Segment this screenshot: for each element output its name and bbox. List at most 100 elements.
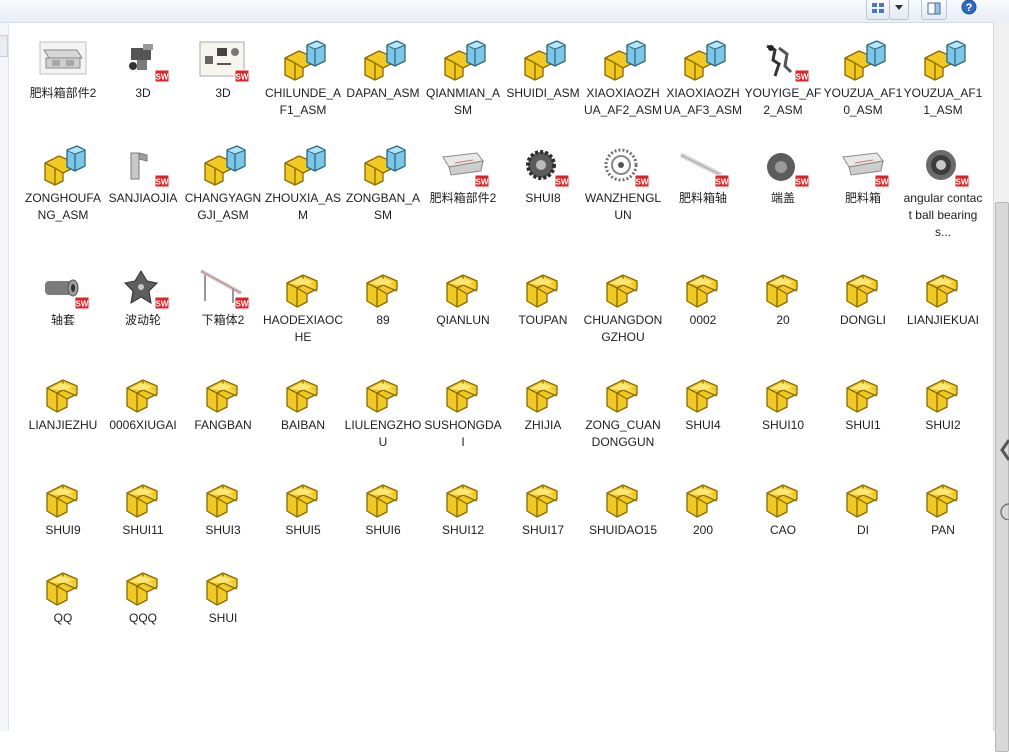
file-item[interactable]: QIANLUN — [423, 263, 503, 329]
file-item[interactable]: SHUI3 — [183, 473, 263, 539]
file-item[interactable]: SHUI12 — [423, 473, 503, 539]
assembly-thumbnail-icon — [37, 36, 89, 84]
file-item[interactable]: QQQ — [103, 561, 183, 627]
file-name-label: angular contact ball bearings... — [903, 191, 983, 239]
file-item[interactable]: SW 波动轮 — [103, 263, 183, 329]
svg-text:SW: SW — [236, 73, 249, 82]
file-name-label: XIAOXIAOZHUA_AF2_ASM — [583, 86, 663, 117]
file-item[interactable]: CHUANGDONGZHOU — [583, 263, 663, 346]
part-icon — [597, 368, 649, 416]
part-thumbnail-icon: SW — [757, 141, 810, 189]
file-item[interactable]: YOUZUA_AF10_ASM — [823, 36, 903, 119]
file-item[interactable]: SHUI1 — [823, 368, 903, 434]
file-item[interactable]: SHUI5 — [263, 473, 343, 539]
file-item[interactable]: TOUPAN — [503, 263, 583, 329]
file-item[interactable]: ZONG_CUANDONGGUN — [583, 368, 663, 451]
assembly-icon — [597, 36, 649, 84]
file-item[interactable]: SHUI10 — [743, 368, 823, 434]
file-item[interactable]: QIANMIAN_ASM — [423, 36, 503, 119]
assembly-icon — [917, 36, 969, 84]
file-item[interactable]: HAODEXIAOCHE — [263, 263, 343, 346]
vertical-scrollbar[interactable] — [993, 22, 1009, 752]
file-item[interactable]: SW WANZHENGLUN — [583, 141, 663, 224]
file-name-label: 3D — [215, 86, 231, 100]
file-name-label: 0002 — [689, 313, 717, 327]
file-item[interactable]: 20 — [743, 263, 823, 329]
file-item[interactable]: DI — [823, 473, 903, 539]
pane-collapse-handle[interactable] — [0, 35, 8, 57]
file-item[interactable]: LIULENGZHOU — [343, 368, 423, 451]
file-name-label: 肥料箱部件2 — [29, 86, 97, 100]
file-item[interactable]: SHUIDI_ASM — [503, 36, 583, 102]
file-name-label: 轴套 — [50, 313, 75, 327]
file-item[interactable]: LIANJIEZHU — [23, 368, 103, 434]
file-item[interactable]: SW 3D — [183, 36, 263, 102]
help-icon: ? — [961, 0, 977, 15]
file-item[interactable]: SHUI4 — [663, 368, 743, 434]
file-name-label: HAODEXIAOCHE — [263, 313, 344, 344]
file-item[interactable]: DONGLI — [823, 263, 903, 329]
file-name-label: SHUI9 — [45, 523, 81, 537]
file-item[interactable]: 0006XIUGAI — [103, 368, 183, 434]
file-item[interactable]: 0002 — [663, 263, 743, 329]
file-item[interactable]: ZONGBAN_ASM — [343, 141, 423, 224]
file-item[interactable]: 肥料箱部件2 — [23, 36, 103, 102]
file-item[interactable]: XIAOXIAOZHUA_AF3_ASM — [663, 36, 743, 119]
file-item[interactable]: SHUI11 — [103, 473, 183, 539]
solidworks-badge-icon: SW — [634, 174, 650, 188]
file-item[interactable]: SW YOUYIGE_AF2_ASM — [743, 36, 823, 119]
part-thumbnail-icon: SW — [677, 141, 730, 189]
file-item[interactable]: LIANJIEKUAI — [903, 263, 983, 329]
part-icon — [37, 473, 89, 521]
file-item[interactable]: ZHIJIA — [503, 368, 583, 434]
file-item[interactable]: SW angular contact ball bearings... — [903, 141, 983, 241]
file-item[interactable]: SHUI9 — [23, 473, 103, 539]
part-thumbnail-icon: SW — [917, 141, 970, 189]
change-view-button[interactable] — [866, 0, 890, 20]
file-name-label: 肥料箱轴 — [678, 191, 727, 205]
file-item[interactable]: SHUI2 — [903, 368, 983, 434]
file-item[interactable]: SHUI17 — [503, 473, 583, 539]
file-item[interactable]: SW 3D — [103, 36, 183, 102]
file-item[interactable]: 200 — [663, 473, 743, 539]
file-item[interactable]: SW 肥料箱轴 — [663, 141, 743, 207]
file-item[interactable]: SW 下箱体2 — [183, 263, 263, 329]
file-item[interactable]: SW SANJIAOJIA — [103, 141, 183, 207]
solidworks-badge-icon: SW — [874, 174, 890, 188]
file-item[interactable]: SW 肥料箱部件2 — [423, 141, 503, 207]
file-name-label: LIULENGZHOU — [344, 418, 422, 449]
file-item[interactable]: SHUI — [183, 561, 263, 627]
help-button[interactable]: ? — [955, 0, 983, 18]
file-item[interactable]: BAIBAN — [263, 368, 343, 434]
file-name-label: SHUI6 — [365, 523, 401, 537]
file-item[interactable]: SW 轴套 — [23, 263, 103, 329]
file-item[interactable]: ZHOUXIA_ASM — [263, 141, 343, 224]
file-item[interactable]: SHUI6 — [343, 473, 423, 539]
navigation-pane-edge[interactable] — [0, 23, 9, 731]
svg-text:SW: SW — [156, 178, 169, 187]
file-item[interactable]: ZONGHOUFANG_ASM — [23, 141, 103, 224]
file-item[interactable]: CAO — [743, 473, 823, 539]
file-name-label: FANGBAN — [194, 418, 252, 432]
file-item[interactable]: CHILUNDE_AF1_ASM — [263, 36, 343, 119]
file-item[interactable]: SW SHUI8 — [503, 141, 583, 207]
preview-pane-button[interactable] — [921, 0, 947, 20]
file-item[interactable]: FANGBAN — [183, 368, 263, 434]
file-item[interactable]: CHANGYAGNGJI_ASM — [183, 141, 263, 224]
file-item[interactable]: SW 肥料箱 — [823, 141, 903, 207]
file-item[interactable]: SUSHONGDAI — [423, 368, 503, 451]
file-item[interactable]: SHUIDAO15 — [583, 473, 663, 539]
file-item[interactable]: XIAOXIAOZHUA_AF2_ASM — [583, 36, 663, 119]
file-item[interactable]: 89 — [343, 263, 423, 329]
part-icon — [757, 473, 809, 521]
view-options-dropdown[interactable] — [889, 0, 909, 20]
file-item[interactable]: YOUZUA_AF11_ASM — [903, 36, 983, 119]
file-item[interactable]: PAN — [903, 473, 983, 539]
file-item[interactable]: SW 端盖 — [743, 141, 823, 207]
solidworks-badge-icon: SW — [154, 69, 170, 83]
part-icon — [917, 263, 969, 311]
file-item[interactable]: QQ — [23, 561, 103, 627]
file-item[interactable]: DAPAN_ASM — [343, 36, 423, 102]
file-name-label: SHUIDI_ASM — [506, 86, 580, 100]
svg-text:SW: SW — [796, 178, 809, 187]
